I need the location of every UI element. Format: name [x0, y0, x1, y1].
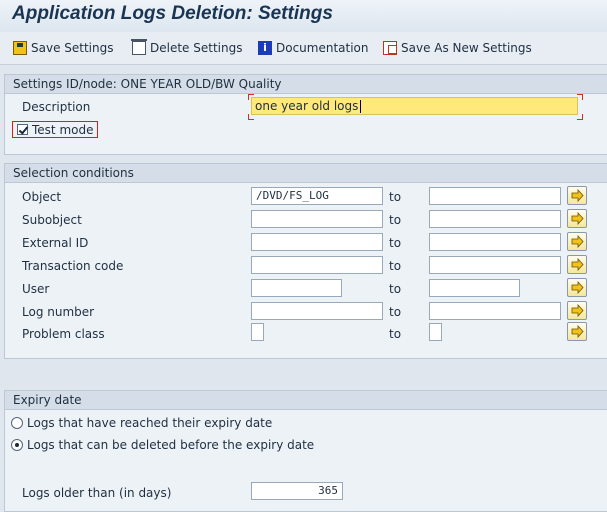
- text-cursor: [360, 100, 362, 113]
- to-label: to: [389, 190, 402, 204]
- transaction-code-from-input[interactable]: [251, 256, 383, 274]
- save-as-icon: [383, 41, 397, 55]
- arrow-right-icon: [571, 212, 584, 225]
- checkbox-checked-icon: [17, 124, 28, 135]
- subobject-to-input[interactable]: [429, 210, 561, 228]
- object-from-input[interactable]: /DVD/FS_LOG: [251, 187, 383, 205]
- arrow-right-icon: [571, 235, 584, 248]
- to-label: to: [389, 305, 402, 319]
- subobject-multiple-selection-button[interactable]: [567, 209, 587, 228]
- radio-unselected-icon: [11, 417, 23, 429]
- required-corner-mark: [248, 114, 254, 120]
- save-settings-button[interactable]: Save Settings: [13, 40, 114, 56]
- radio-logs-before-expiry-label: Logs that can be deleted before the expi…: [27, 438, 315, 452]
- to-label: to: [389, 259, 402, 273]
- radio-logs-reached-expiry[interactable]: Logs that have reached their expiry date: [11, 416, 272, 430]
- logs-older-than-label: Logs older than (in days): [22, 486, 172, 500]
- subobject-label: Subobject: [22, 213, 82, 227]
- arrow-right-icon: [571, 258, 584, 271]
- documentation-label: Documentation: [276, 41, 369, 55]
- info-icon: i: [258, 41, 272, 55]
- external-id-multiple-selection-button[interactable]: [567, 232, 587, 251]
- log-number-label: Log number: [22, 305, 95, 319]
- arrow-right-icon: [571, 189, 584, 202]
- save-as-new-settings-button[interactable]: Save As New Settings: [383, 40, 532, 56]
- to-label: to: [389, 282, 402, 296]
- radio-logs-reached-expiry-label: Logs that have reached their expiry date: [27, 416, 273, 430]
- description-value: one year old logs: [255, 99, 359, 113]
- object-multiple-selection-button[interactable]: [567, 186, 587, 205]
- user-from-input[interactable]: [251, 279, 342, 297]
- floppy-disk-icon: [13, 41, 27, 55]
- arrow-right-icon: [571, 304, 584, 317]
- to-label: to: [389, 327, 402, 341]
- expiry-date-header: Expiry date: [5, 391, 607, 410]
- title-bar: Application Logs Deletion: Settings: [0, 0, 607, 32]
- log-number-multiple-selection-button[interactable]: [567, 301, 587, 320]
- external-id-label: External ID: [22, 236, 89, 250]
- problem-class-label: Problem class: [22, 327, 105, 341]
- description-input[interactable]: one year old logs: [251, 97, 578, 115]
- user-label: User: [22, 282, 50, 296]
- user-to-input[interactable]: [429, 279, 520, 297]
- delete-settings-label: Delete Settings: [150, 41, 243, 55]
- radio-logs-before-expiry[interactable]: Logs that can be deleted before the expi…: [11, 438, 314, 452]
- documentation-button[interactable]: i Documentation: [258, 40, 369, 56]
- subobject-from-input[interactable]: [251, 210, 383, 228]
- external-id-to-input[interactable]: [429, 233, 561, 251]
- required-corner-mark: [577, 94, 583, 100]
- selection-conditions-header: Selection conditions: [5, 164, 607, 183]
- description-label: Description: [22, 100, 91, 114]
- problem-class-from-input[interactable]: [251, 323, 264, 341]
- to-label: to: [389, 213, 402, 227]
- settings-header: Settings ID/node: ONE YEAR OLD/BW Qualit…: [5, 75, 607, 94]
- radio-selected-icon: [11, 439, 23, 451]
- test-mode-checkbox[interactable]: Test mode: [12, 121, 99, 138]
- logs-older-than-input[interactable]: 365: [251, 482, 343, 500]
- object-label: Object: [22, 190, 62, 204]
- application-toolbar: Save Settings Delete Settings i Document…: [0, 32, 607, 65]
- arrow-right-icon: [571, 281, 584, 294]
- save-as-new-settings-label: Save As New Settings: [401, 41, 532, 55]
- trash-icon: [131, 39, 147, 55]
- to-label: to: [389, 236, 402, 250]
- log-number-from-input[interactable]: [251, 302, 383, 320]
- user-multiple-selection-button[interactable]: [567, 278, 587, 297]
- object-to-input[interactable]: [429, 187, 561, 205]
- test-mode-label: Test mode: [32, 122, 94, 137]
- required-corner-mark: [577, 114, 583, 120]
- external-id-from-input[interactable]: [251, 233, 383, 251]
- arrow-right-icon: [571, 325, 584, 338]
- problem-class-to-input[interactable]: [429, 323, 442, 341]
- page-title: Application Logs Deletion: Settings: [12, 3, 333, 24]
- problem-class-multiple-selection-button[interactable]: [567, 322, 587, 341]
- save-settings-label: Save Settings: [31, 41, 114, 55]
- transaction-code-to-input[interactable]: [429, 256, 561, 274]
- transaction-code-label: Transaction code: [22, 259, 124, 273]
- delete-settings-button[interactable]: Delete Settings: [131, 39, 243, 56]
- transaction-code-multiple-selection-button[interactable]: [567, 255, 587, 274]
- log-number-to-input[interactable]: [429, 302, 561, 320]
- required-corner-mark: [248, 94, 254, 100]
